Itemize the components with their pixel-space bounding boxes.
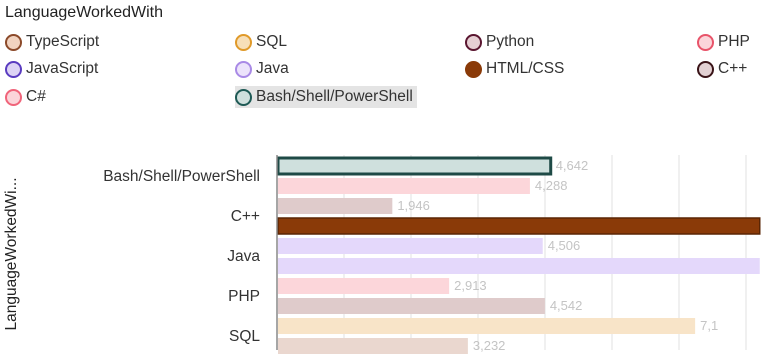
legend-label: C++ xyxy=(718,60,748,77)
bar-chart: LanguageWorkedWi... 4,642 4,288 1,946 4,506 2… xyxy=(3,155,761,354)
legend-swatch-icon xyxy=(235,88,252,106)
data-label: 4,642 xyxy=(556,158,589,173)
legend-swatch-icon xyxy=(235,60,252,78)
legend-swatch-icon xyxy=(697,60,714,78)
legend-swatch-icon xyxy=(5,33,22,51)
data-label: 3,232 xyxy=(473,338,506,353)
legend-swatch-icon xyxy=(235,33,252,51)
bar xyxy=(278,338,468,354)
data-label: 4,506 xyxy=(548,238,581,253)
category-tick-label: Bash/Shell/PowerShell xyxy=(103,168,260,185)
category-tick-label: Java xyxy=(227,248,260,265)
legend-label: Java xyxy=(256,60,289,77)
category-tick-label: C++ xyxy=(231,208,260,225)
data-label: 2,913 xyxy=(454,278,487,293)
legend-item[interactable]: C# xyxy=(5,86,46,108)
data-label: 7,1 xyxy=(700,318,718,333)
legend-swatch-icon xyxy=(5,88,22,106)
legend-item[interactable]: JavaScript xyxy=(5,58,98,80)
legend-item[interactable]: HTML/CSS xyxy=(465,58,564,80)
legend-item[interactable]: TypeScript xyxy=(5,31,99,53)
data-label: 4,542 xyxy=(550,298,583,313)
data-label: 4,288 xyxy=(535,178,568,193)
bar xyxy=(278,198,393,214)
bar xyxy=(278,298,545,314)
bar xyxy=(277,217,761,235)
legend-swatch-icon xyxy=(5,60,22,78)
legend-swatch-icon xyxy=(697,33,714,51)
bar xyxy=(278,178,530,194)
legend-label: HTML/CSS xyxy=(486,60,565,77)
category-tick-label: SQL xyxy=(229,328,260,345)
legend-item[interactable]: PHP xyxy=(697,31,750,53)
legend-item[interactable]: Bash/Shell/PowerShell xyxy=(235,86,417,108)
legend-item[interactable]: Python xyxy=(465,31,534,53)
legend-label: SQL xyxy=(256,33,288,50)
bar xyxy=(278,238,543,254)
category-tick-label: PHP xyxy=(228,288,260,305)
legend-label: Bash/Shell/PowerShell xyxy=(256,88,413,105)
legend-label: C# xyxy=(26,88,46,105)
legend-label: TypeScript xyxy=(26,33,100,50)
bar xyxy=(278,258,760,274)
bar xyxy=(276,156,553,176)
bar xyxy=(278,278,450,294)
data-label: 1,946 xyxy=(397,198,430,213)
legend-label: Python xyxy=(486,33,535,50)
legend-item[interactable]: SQL xyxy=(235,31,287,53)
legend-item[interactable]: Java xyxy=(235,58,289,80)
legend-label: JavaScript xyxy=(26,60,99,77)
bar xyxy=(278,318,696,334)
legend-swatch-icon xyxy=(465,33,482,51)
legend-item[interactable]: C++ xyxy=(697,58,747,80)
y-axis-label: LanguageWorkedWi... xyxy=(3,177,20,330)
legend-label: PHP xyxy=(718,33,750,50)
legend-swatch-icon xyxy=(465,60,482,78)
